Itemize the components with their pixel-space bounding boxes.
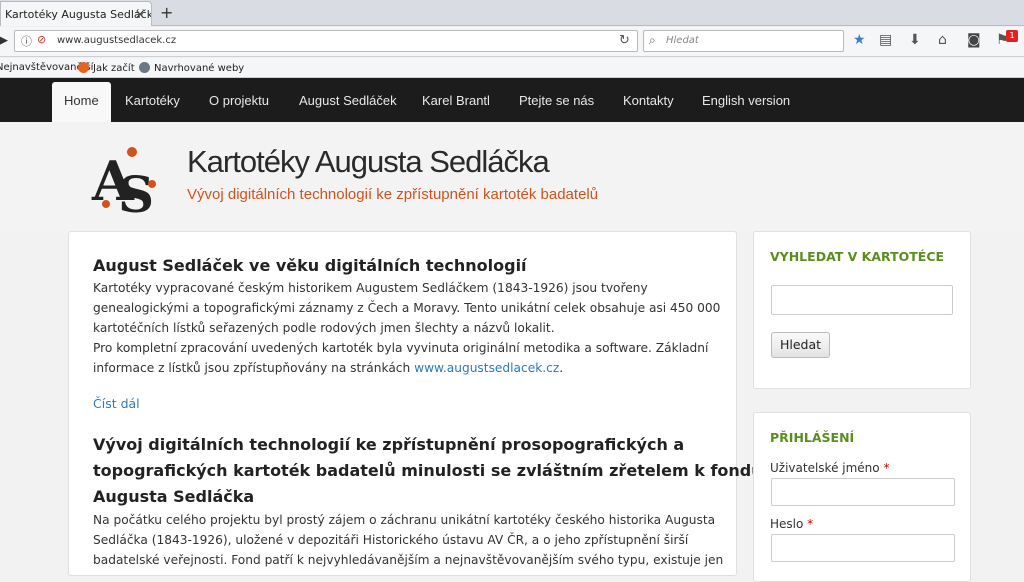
notification-badge: 1: [1006, 30, 1018, 42]
main-content: August Sedláček ve věku digitálních tech…: [68, 231, 763, 576]
nav-english-version[interactable]: English version: [702, 78, 790, 122]
tracking-protection-icon[interactable]: ⊘: [37, 33, 46, 46]
username-field[interactable]: [771, 478, 955, 506]
nav-karel-brantl[interactable]: Karel Brantl: [422, 78, 490, 122]
login-widget: PŘIHLÁŠENÍ Uživatelské jméno * Heslo *: [753, 412, 971, 582]
bookmark-getting-started[interactable]: Jak začít: [78, 62, 135, 74]
svg-text:S: S: [118, 165, 154, 216]
article-title[interactable]: August Sedláček ve věku digitálních tech…: [93, 256, 527, 275]
text-line: kartotéčních lístků seřazených podle rod…: [93, 321, 555, 335]
new-tab-button[interactable]: +: [160, 3, 173, 22]
bookmark-star-icon[interactable]: ★: [853, 32, 866, 48]
tab-active[interactable]: Kartotéky Augusta Sedláčka ×: [0, 1, 152, 26]
url-bar[interactable]: ⓘ ⊘ www.augustsedlacek.cz ↻: [14, 30, 638, 52]
title-line: topografických kartoték badatelů minulos…: [93, 461, 763, 480]
text-line: Pro kompletní zpracování uvedených karto…: [93, 341, 709, 355]
bookmark-suggested-sites[interactable]: Navrhované weby: [139, 62, 244, 74]
home-icon[interactable]: ⌂: [938, 32, 947, 48]
text-line: informace z lístků jsou zpřístupňovány n…: [93, 358, 708, 378]
search-widget: VYHLEDAT V KARTOTÉCE Hledat: [753, 231, 971, 389]
login-widget-title: PŘIHLÁŠENÍ: [770, 430, 855, 445]
article-paragraph: Na počátku celého projektu byl prostý zá…: [93, 510, 723, 570]
required-mark: *: [883, 461, 890, 475]
text-line: Sedláčka (1843-1926), uložené v depozitá…: [93, 533, 689, 547]
site-title: Kartotéky Augusta Sedláčka: [187, 144, 550, 179]
globe-icon: [139, 62, 150, 73]
tab-close-icon[interactable]: ×: [135, 7, 145, 21]
text-line: Na počátku celého projektu byl prostý zá…: [93, 513, 716, 527]
site-logo[interactable]: A S: [90, 144, 164, 216]
pocket-icon[interactable]: ◙: [967, 32, 981, 48]
text-line: Kartotéky vypracované českým historikem …: [93, 281, 648, 295]
article-title[interactable]: Vývoj digitálních technologií ke zpřístu…: [93, 432, 763, 510]
info-icon[interactable]: ⓘ: [21, 33, 32, 49]
text-line: genealogickými a topografickými záznamy …: [93, 301, 721, 315]
nav-home[interactable]: Home: [52, 82, 111, 122]
article-paragraph: Kartotéky vypracované českým historikem …: [93, 278, 720, 338]
read-more-link[interactable]: Číst dál: [93, 396, 140, 411]
search-button[interactable]: Hledat: [771, 332, 830, 358]
nav-kontakty[interactable]: Kontakty: [623, 78, 674, 122]
username-label: Uživatelské jméno *: [770, 461, 889, 475]
text-fragment: informace z lístků jsou zpřístupňovány n…: [93, 361, 415, 375]
catalog-search-input[interactable]: [771, 285, 953, 315]
article-paragraph: Pro kompletní zpracování uvedených karto…: [93, 338, 708, 378]
required-mark: *: [807, 517, 814, 531]
title-line: Vývoj digitálních technologií ke zpřístu…: [93, 435, 685, 454]
password-label: Heslo *: [770, 517, 813, 531]
nav-o-projektu[interactable]: O projektu: [209, 78, 269, 122]
password-field[interactable]: [771, 534, 955, 562]
label-text: Uživatelské jméno: [770, 461, 880, 475]
search-icon: ⌕: [649, 33, 656, 47]
navigation-toolbar: ▶ ⓘ ⊘ www.augustsedlacek.cz ↻ ⌕ Hledat ★…: [0, 27, 1024, 57]
text-line: badatelské veřejnosti. Fond patří k nejv…: [93, 553, 724, 567]
tab-title: Kartotéky Augusta Sedláčka: [5, 8, 152, 21]
search-bar[interactable]: ⌕ Hledat: [643, 30, 844, 52]
download-icon[interactable]: ⬇: [909, 32, 921, 48]
website-link[interactable]: www.augustsedlacek.cz: [414, 361, 559, 375]
reload-icon[interactable]: ↻: [619, 33, 630, 48]
text-fragment: .: [559, 361, 564, 375]
search-widget-title: VYHLEDAT V KARTOTÉCE: [770, 249, 945, 264]
site-navigation: Home Kartotéky O projektu August Sedláče…: [0, 78, 1024, 122]
bookmarks-library-icon[interactable]: ▤: [879, 32, 892, 48]
nav-kartoteky[interactable]: Kartotéky: [125, 78, 180, 122]
bookmark-label: Navrhované weby: [154, 63, 245, 74]
nav-august-sedlacek[interactable]: August Sedláček: [299, 78, 397, 122]
tab-bar: Kartotéky Augusta Sedláčka × +: [0, 0, 1024, 26]
bookmarks-toolbar: Nejnavštěvovanější Jak začít Navrhované …: [0, 58, 1024, 78]
nav-ptejte-se-nas[interactable]: Ptejte se nás: [519, 78, 594, 122]
firefox-icon: [78, 62, 89, 73]
back-arrow-icon[interactable]: ▶: [0, 33, 8, 48]
title-line: Augusta Sedláčka: [93, 487, 255, 506]
site-header: A S Kartotéky Augusta Sedláčka Vývoj dig…: [0, 122, 1024, 232]
search-placeholder: Hledat: [666, 35, 699, 46]
label-text: Heslo: [770, 517, 804, 531]
browser-chrome: Kartotéky Augusta Sedláčka × + ▶ ⓘ ⊘ www…: [0, 0, 1024, 78]
site-subtitle: Vývoj digitálních technologií ke zpřístu…: [187, 186, 599, 203]
url-text[interactable]: www.augustsedlacek.cz: [57, 35, 176, 46]
bookmark-label: Jak začít: [93, 63, 135, 74]
